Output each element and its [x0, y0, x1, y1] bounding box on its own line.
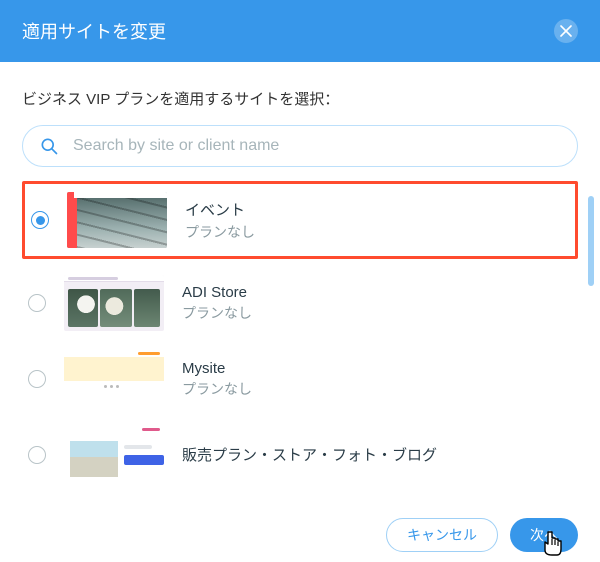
site-radio[interactable]: [28, 294, 46, 312]
site-meta: Mysite プランなし: [182, 360, 252, 399]
site-plan: プランなし: [185, 222, 255, 242]
instruction-text: ビジネス VIP プランを適用するサイトを選択：: [22, 88, 578, 109]
modal-footer: キャンセル 次へ: [386, 518, 578, 552]
site-thumbnail: [64, 351, 164, 407]
site-meta: 販売プラン・ストア・フォト・ブログ: [182, 444, 437, 467]
site-title: ADI Store: [182, 284, 252, 301]
site-row[interactable]: 販売プラン・ストア・フォト・ブログ: [22, 417, 578, 493]
site-plan: プランなし: [182, 303, 252, 323]
site-thumbnail: [67, 192, 167, 248]
site-radio[interactable]: [28, 370, 46, 388]
site-row[interactable]: ADI Store プランなし: [22, 265, 578, 341]
site-radio[interactable]: [28, 446, 46, 464]
close-icon: [560, 25, 572, 37]
search-field[interactable]: [22, 125, 578, 167]
modal-title: 適用サイトを変更: [22, 18, 166, 44]
site-title: イベント: [185, 199, 255, 220]
search-input[interactable]: [71, 136, 561, 156]
cancel-button[interactable]: キャンセル: [386, 518, 498, 552]
site-meta: ADI Store プランなし: [182, 284, 252, 323]
site-meta: イベント プランなし: [185, 199, 255, 242]
close-button[interactable]: [554, 19, 578, 43]
site-thumbnail: [64, 427, 164, 483]
site-title: 販売プラン・ストア・フォト・ブログ: [182, 444, 437, 465]
site-title: Mysite: [182, 360, 252, 377]
modal-header: 適用サイトを変更: [0, 0, 600, 62]
site-plan: プランなし: [182, 379, 252, 399]
scrollbar-thumb[interactable]: [588, 196, 594, 286]
highlighted-selection: イベント プランなし: [22, 181, 578, 259]
next-button[interactable]: 次へ: [510, 518, 578, 552]
site-radio[interactable]: [31, 211, 49, 229]
site-thumbnail: [64, 275, 164, 331]
modal-body: ビジネス VIP プランを適用するサイトを選択： イベント プランなし: [0, 62, 600, 493]
site-list: イベント プランなし ADI Store プランなし Mysite: [22, 181, 578, 493]
site-row[interactable]: Mysite プランなし: [22, 341, 578, 417]
search-icon: [39, 136, 59, 156]
site-row[interactable]: イベント プランなし: [29, 190, 567, 250]
